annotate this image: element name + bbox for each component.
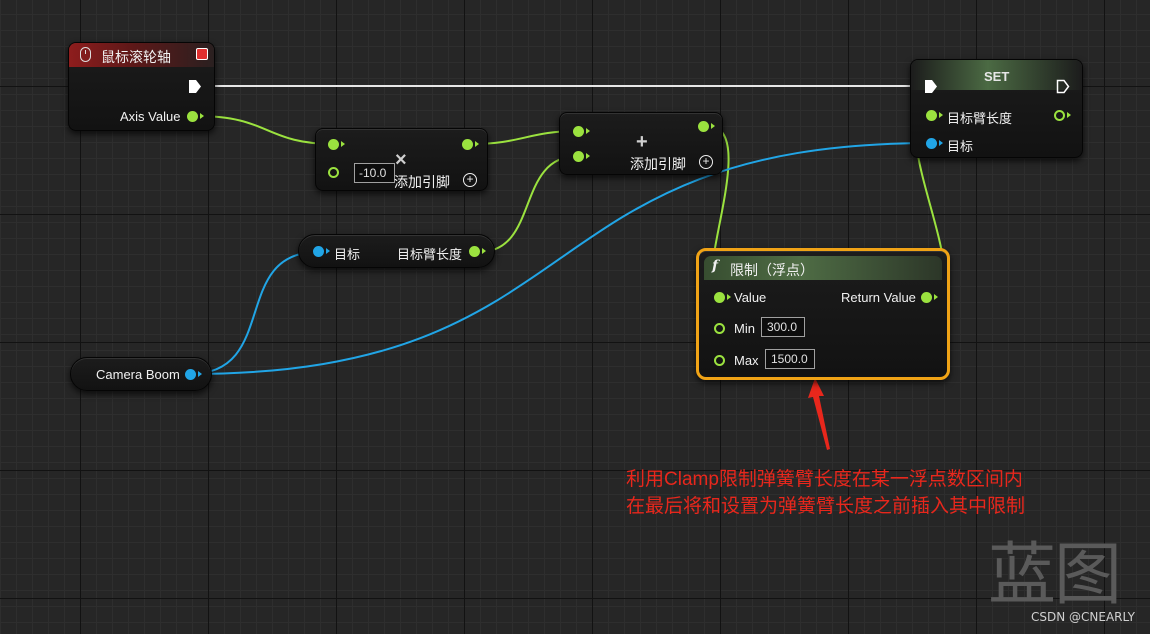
set-arm-length-output-arrow bbox=[1067, 112, 1071, 118]
multiply-input-a-arrow bbox=[341, 141, 345, 147]
axis-value-pin[interactable] bbox=[187, 111, 198, 122]
clamp-return-label: Return Value bbox=[841, 290, 916, 305]
add-output-pin[interactable] bbox=[698, 121, 709, 132]
multiply-output-arrow bbox=[475, 141, 479, 147]
set-target-arrow bbox=[939, 140, 943, 146]
mouse-icon bbox=[80, 47, 91, 62]
clamp-min-pin[interactable] bbox=[714, 323, 725, 334]
blueprint-watermark: 蓝图 bbox=[988, 536, 1122, 615]
axis-value-label: Axis Value bbox=[120, 109, 181, 124]
csdn-credit: CSDN @CNEARLY bbox=[1031, 610, 1135, 624]
get-output-pin[interactable] bbox=[469, 246, 480, 257]
clamp-return-arrow bbox=[934, 294, 938, 300]
event-node-title: 鼠标滚轮轴 bbox=[101, 49, 171, 65]
add-input-a-pin[interactable] bbox=[573, 126, 584, 137]
camera-boom-node[interactable]: Camera Boom bbox=[70, 357, 212, 391]
event-node-header: 鼠标滚轮轴 bbox=[69, 43, 214, 67]
get-target-arrow bbox=[326, 248, 330, 254]
get-output-arrow bbox=[482, 248, 486, 254]
set-arm-length-node[interactable]: SET 目标臂长度 目标 bbox=[910, 59, 1083, 158]
add-symbol: + bbox=[636, 131, 648, 153]
get-target-label: 目标 bbox=[334, 247, 361, 262]
get-target-pin[interactable] bbox=[313, 246, 324, 257]
clamp-max-field[interactable]: 1500.0 bbox=[765, 349, 815, 369]
set-target-pin[interactable] bbox=[926, 138, 937, 149]
delegate-pin-icon[interactable] bbox=[196, 48, 208, 60]
multiply-input-b-pin[interactable] bbox=[328, 167, 339, 178]
camera-boom-output-pin[interactable] bbox=[185, 369, 196, 380]
clamp-min-field[interactable]: 300.0 bbox=[761, 317, 805, 337]
annotation-line-1: 利用Clamp限制弹簧臂长度在某一浮点数区间内 bbox=[626, 469, 1023, 490]
add-add-pin-label[interactable]: 添加引脚 bbox=[630, 154, 686, 174]
multiply-add-pin-label[interactable]: 添加引脚 bbox=[394, 172, 450, 192]
mouse-wheel-event-node[interactable]: 鼠标滚轮轴 Axis Value bbox=[68, 42, 215, 131]
multiply-value-field[interactable]: -10.0 bbox=[354, 163, 395, 183]
get-arm-length-node[interactable]: 目标 目标臂长度 bbox=[298, 234, 495, 268]
clamp-float-node[interactable]: f 限制（浮点） Value Return Value Min 300.0 Ma… bbox=[696, 248, 950, 380]
exec-in-pin[interactable] bbox=[924, 79, 938, 94]
wire-axis-to-multiply bbox=[196, 115, 335, 145]
function-icon: f bbox=[712, 258, 719, 274]
multiply-symbol: × bbox=[395, 149, 407, 171]
set-node-title: SET bbox=[984, 69, 1010, 84]
clamp-max-pin[interactable] bbox=[714, 355, 725, 366]
clamp-value-arrow bbox=[727, 294, 731, 300]
add-node[interactable]: + 添加引脚 + bbox=[559, 112, 723, 175]
annotation-arrow bbox=[808, 378, 830, 450]
set-arm-length-label: 目标臂长度 bbox=[947, 111, 1013, 126]
clamp-node-title: 限制（浮点） bbox=[730, 262, 814, 278]
annotation-line-2: 在最后将和设置为弹簧臂长度之前插入其中限制 bbox=[626, 496, 1026, 517]
set-arm-length-input-arrow bbox=[939, 112, 943, 118]
add-input-a-arrow bbox=[586, 128, 590, 134]
multiply-output-pin[interactable] bbox=[462, 139, 473, 150]
clamp-min-label: Min bbox=[734, 321, 755, 336]
clamp-return-pin[interactable] bbox=[921, 292, 932, 303]
set-arm-length-input-pin[interactable] bbox=[926, 110, 937, 121]
add-output-arrow bbox=[711, 123, 715, 129]
axis-value-pin-arrow bbox=[200, 113, 204, 119]
set-arm-length-output-pin[interactable] bbox=[1054, 110, 1065, 121]
wire-camera-to-get bbox=[189, 251, 319, 375]
camera-boom-output-arrow bbox=[198, 371, 202, 377]
exec-out-pin[interactable] bbox=[188, 79, 202, 94]
plus-circle-icon[interactable]: + bbox=[463, 173, 477, 187]
clamp-value-label: Value bbox=[734, 290, 767, 305]
clamp-max-label: Max bbox=[734, 353, 759, 368]
clamp-node-header: f 限制（浮点） bbox=[704, 256, 942, 280]
add-input-b-pin[interactable] bbox=[573, 151, 584, 162]
set-target-label: 目标 bbox=[947, 139, 974, 154]
add-input-b-arrow bbox=[586, 153, 590, 159]
get-output-label: 目标臂长度 bbox=[397, 247, 463, 262]
camera-boom-label: Camera Boom bbox=[96, 367, 180, 382]
exec-out-pin[interactable] bbox=[1056, 79, 1070, 94]
clamp-value-pin[interactable] bbox=[714, 292, 725, 303]
multiply-input-a-pin[interactable] bbox=[328, 139, 339, 150]
plus-circle-icon[interactable]: + bbox=[699, 155, 713, 169]
multiply-node[interactable]: -10.0 × 添加引脚 + bbox=[315, 128, 488, 191]
